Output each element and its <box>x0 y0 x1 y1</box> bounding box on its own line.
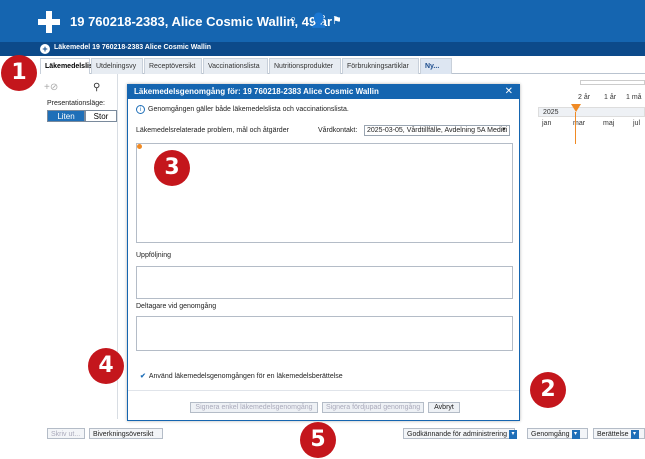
timeline-scrollbar[interactable] <box>580 80 645 85</box>
dialog-divider <box>128 390 519 391</box>
story-dropdown[interactable]: Berättelse ▾ <box>593 428 645 439</box>
review-dropdown[interactable]: Genomgång ▾ <box>527 428 588 439</box>
approval-dropdown[interactable]: Godkännande för administrering ▾ <box>403 428 518 439</box>
zoom-1y[interactable]: 1 år <box>604 94 616 101</box>
followup-textarea[interactable] <box>136 266 513 299</box>
participants-label: Deltagare vid genomgång <box>136 303 217 310</box>
timeline-year-row: 2025 <box>538 107 645 117</box>
info-message: i Genomgången gäller både läkemedelslista… <box>136 105 349 114</box>
vardkontakt-value: 2025-03-05, Vårdtillfälle, Avdelning 5A … <box>367 127 508 134</box>
followup-label: Uppföljning <box>136 252 172 259</box>
medical-cross-icon <box>38 11 60 33</box>
tab-receptoversikt[interactable]: Receptöversikt <box>144 58 202 74</box>
participants-textarea[interactable] <box>136 316 513 351</box>
info-icon: i <box>136 105 145 114</box>
zoom-1m[interactable]: 1 må <box>626 94 642 101</box>
tab-bar: Läkemedelslista Utdelningsvy Receptövers… <box>40 58 645 74</box>
checkmark-icon: ✔ <box>140 373 146 380</box>
tab-lakemedelslista[interactable]: Läkemedelslista <box>40 58 99 74</box>
cancel-button[interactable]: Avbryt <box>428 402 460 413</box>
required-indicator <box>137 144 142 149</box>
module-title: Läkemedel 19 760218-2383 Alice Cosmic Wa… <box>54 44 212 51</box>
callout-badge-4: 4 <box>88 348 124 384</box>
callout-badge-5: 5 <box>300 422 336 458</box>
today-marker-icon <box>571 104 581 112</box>
callout-badge-2: 2 <box>530 372 566 408</box>
size-small-button[interactable]: Liten <box>47 110 85 122</box>
size-large-button[interactable]: Stor <box>85 110 117 122</box>
zoom-2y[interactable]: 2 år <box>578 94 590 101</box>
tab-forbrukningsartiklar[interactable]: Förbrukningsartiklar <box>342 58 419 74</box>
month-jan: jan <box>542 120 552 127</box>
tab-utdelningsvy[interactable]: Utdelningsvy <box>91 58 143 74</box>
add-icon[interactable]: +⊘ <box>44 82 58 93</box>
problems-label: Läkemedelsrelaterade problem, mål och åt… <box>136 127 289 134</box>
vardkontakt-select[interactable]: 2025-03-05, Vårdtillfälle, Avdelning 5A … <box>364 125 510 136</box>
plus-icon[interactable]: + <box>40 44 50 54</box>
chevron-down-icon[interactable]: ▾ <box>571 429 580 439</box>
sign-simple-button[interactable]: Signera enkel läkemedelsgenomgång <box>190 402 318 413</box>
chevron-down-icon: ▼ <box>501 127 507 133</box>
callout-badge-1: 1 <box>1 55 37 91</box>
approval-label: Godkännande för administrering <box>407 431 508 438</box>
problems-textarea[interactable] <box>136 143 513 243</box>
callout-badge-3: 3 <box>154 150 190 186</box>
interpreter-icon[interactable]: ⚑ <box>332 14 342 27</box>
dialog-title: Läkemedelsgenomgång för: 19 760218-2383 … <box>128 85 519 99</box>
vardkontakt-label: Vårdkontakt: <box>318 127 358 134</box>
today-line <box>575 112 576 144</box>
side-effects-button[interactable]: Biverkningsöversikt <box>89 428 163 439</box>
sign-deep-button[interactable]: Signera fördjupad genomgång <box>322 402 424 413</box>
chevron-down-icon[interactable]: ▾ <box>509 429 518 439</box>
review-label: Genomgång <box>531 431 570 438</box>
month-maj: maj <box>603 120 615 127</box>
timeline-year: 2025 <box>543 109 559 116</box>
use-for-story-label: Använd läkemedelsgenomgången för en läke… <box>148 373 343 380</box>
use-for-story-checkbox[interactable]: ✔ Använd läkemedelsgenomgången för en läk… <box>140 372 343 380</box>
print-button[interactable]: Skriv ut... <box>47 428 85 439</box>
patient-header: 19 760218-2383, Alice Cosmic Wallin, 49 … <box>0 0 645 42</box>
person-icon[interactable]: 👤 <box>310 12 327 29</box>
info-text: Genomgången gäller både läkemedelslista … <box>148 106 349 113</box>
month-jul: jul <box>633 120 641 127</box>
bottom-toolbar: Skriv ut... Biverkningsöversikt Godkänna… <box>40 428 645 440</box>
timeline[interactable]: 2 år 1 år 1 må 2025 jan mar maj jul <box>518 74 645 144</box>
tab-vaccinationslista[interactable]: Vaccinationslista <box>203 58 268 74</box>
story-label: Berättelse <box>597 431 629 438</box>
female-icon: ♀ <box>288 12 299 28</box>
medication-review-dialog: Läkemedelsgenomgång för: 19 760218-2383 … <box>127 84 520 421</box>
tree-icon[interactable]: ⚲ <box>93 82 100 93</box>
tab-nutritionsprodukter[interactable]: Nutritionsprodukter <box>269 58 341 74</box>
presentation-label: Presentationsläge: <box>47 100 105 107</box>
close-icon[interactable]: ✕ <box>505 85 513 99</box>
module-bar: + Läkemedel 19 760218-2383 Alice Cosmic … <box>0 42 645 56</box>
chevron-down-icon[interactable]: ▾ <box>630 429 639 439</box>
tab-ny[interactable]: Ny... <box>420 58 452 74</box>
